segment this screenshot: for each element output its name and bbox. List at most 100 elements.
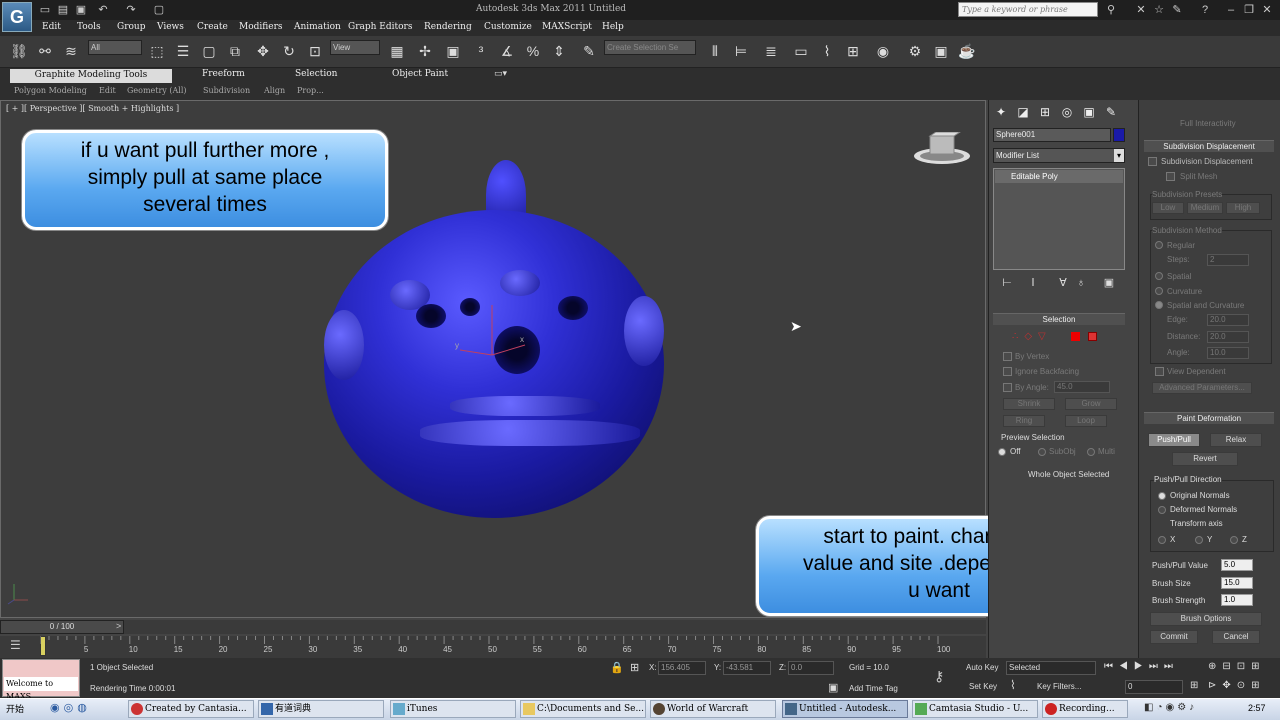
time-tag-icon[interactable]: ▣ <box>828 681 838 694</box>
preview-multi-radio[interactable] <box>1087 448 1095 456</box>
subdivision-rollout-header[interactable]: Subdivision Displacement <box>1144 140 1274 152</box>
key-filters-button[interactable]: Key Filters... <box>1037 682 1081 691</box>
playback-controls[interactable]: ⏮◀▶⏭⏭ <box>1104 661 1179 672</box>
close-icon[interactable]: ✕ <box>1260 3 1274 17</box>
distance-spinner[interactable]: 20.0 <box>1207 331 1249 343</box>
ribbon-options-icon[interactable]: ▭▾ <box>494 69 507 83</box>
curvature-radio[interactable] <box>1155 287 1163 295</box>
brush-size-spinner[interactable]: 15.0 <box>1221 577 1253 589</box>
menu-views[interactable]: Views <box>157 22 184 32</box>
time-slider[interactable]: 0 / 100 <box>0 620 124 634</box>
project-folder-icon[interactable]: ▢ <box>152 3 166 17</box>
maxscript-output[interactable]: Welcome to MAXS <box>4 677 78 701</box>
y-coordinate-field[interactable]: -43.581 <box>723 661 771 675</box>
slider-next-icon[interactable]: > <box>116 621 121 631</box>
unlink-icon[interactable]: ⚯ <box>34 40 56 62</box>
help-icon[interactable]: ? <box>1198 3 1212 17</box>
by-angle-spinner[interactable]: 45.0 <box>1054 381 1110 393</box>
material-editor-icon[interactable]: ◉ <box>872 40 894 62</box>
taskbar-item[interactable]: Created by Cantasia... <box>128 700 254 718</box>
time-slider-track[interactable] <box>0 620 986 634</box>
deformed-normals-radio[interactable] <box>1158 506 1166 514</box>
link-icon[interactable]: ⛓ <box>8 40 30 62</box>
preview-subobj-radio[interactable] <box>1038 448 1046 456</box>
wrench-icon[interactable]: ✎ <box>1170 3 1184 17</box>
by-angle-checkbox[interactable] <box>1003 383 1012 392</box>
axis-z-radio[interactable] <box>1230 536 1238 544</box>
steps-spinner[interactable]: 2 <box>1207 254 1249 266</box>
panel-polygon-modeling[interactable]: Polygon Modeling <box>14 86 87 95</box>
selected-dropdown[interactable]: Selected <box>1006 661 1096 675</box>
selection-lock-icon[interactable]: 🔒 <box>610 661 624 674</box>
object-color-swatch[interactable] <box>1113 128 1125 142</box>
stack-item-editable-poly[interactable]: Editable Poly <box>995 170 1123 183</box>
search-input[interactable]: Type a keyword or phrase <box>958 2 1098 17</box>
display-tab-icon[interactable]: ▣ <box>1080 104 1098 120</box>
configure-sets-icon[interactable]: ▣ <box>1100 276 1118 290</box>
menu-graph-editors[interactable]: Graph Editors <box>348 22 412 32</box>
reference-coord-select[interactable]: View <box>330 40 380 55</box>
original-normals-radio[interactable] <box>1158 492 1166 500</box>
spatial-radio[interactable] <box>1155 272 1163 280</box>
menu-help[interactable]: Help <box>602 22 624 32</box>
taskbar-item[interactable]: Camtasia Studio - U... <box>912 700 1038 718</box>
scale-icon[interactable]: ⊡ <box>304 40 326 62</box>
key-mode-icon[interactable]: ⌇ <box>1010 678 1016 692</box>
panel-subdivision[interactable]: Subdivision <box>203 86 250 95</box>
edit-named-selection-icon[interactable]: ✎ <box>578 40 600 62</box>
brush-options-button[interactable]: Brush Options <box>1150 612 1262 626</box>
quick-launch-icons[interactable]: ◉◎◍ <box>50 701 91 714</box>
graphite-toggle-icon[interactable]: ▭ <box>790 40 812 62</box>
taskbar-item[interactable]: 有道词典 <box>258 700 384 718</box>
menu-customize[interactable]: Customize <box>484 22 532 32</box>
angle-spinner[interactable]: 10.0 <box>1207 347 1249 359</box>
cancel-button[interactable]: Cancel <box>1212 630 1260 644</box>
taskbar-item-active[interactable]: Untitled - Autodesk... <box>782 700 908 718</box>
redo-icon[interactable]: ↷ <box>124 3 138 17</box>
viewcube-icon[interactable] <box>912 132 972 166</box>
bind-spacewarp-icon[interactable]: ≋ <box>60 40 82 62</box>
viewport-label[interactable]: [ + ][ Perspective ][ Smooth + Highlight… <box>6 104 179 113</box>
current-frame-field[interactable]: 0 <box>1125 680 1183 694</box>
selection-rollout-header[interactable]: Selection <box>993 313 1125 325</box>
restore-icon[interactable]: ❐ <box>1242 3 1256 17</box>
taskbar-item[interactable]: iTunes <box>390 700 516 718</box>
viewport-nav-controls[interactable]: ⊕⊟⊡⊞ <box>1208 661 1266 672</box>
snaps-toggle-icon[interactable]: ³ <box>470 40 492 62</box>
render-production-icon[interactable]: ☕ <box>956 40 978 62</box>
move-icon[interactable]: ✥ <box>252 40 274 62</box>
new-file-icon[interactable]: ▭ <box>38 3 52 17</box>
axis-x-radio[interactable] <box>1158 536 1166 544</box>
preset-high-button[interactable]: High <box>1226 202 1260 214</box>
binoculars-icon[interactable]: ⚲ <box>1104 3 1118 17</box>
schematic-view-icon[interactable]: ⊞ <box>842 40 864 62</box>
mirror-icon[interactable]: ⫴ <box>704 40 726 62</box>
revert-button[interactable]: Revert <box>1172 452 1238 466</box>
panel-edit[interactable]: Edit <box>99 86 116 95</box>
open-file-icon[interactable]: ▤ <box>56 3 70 17</box>
rendered-frame-icon[interactable]: ▣ <box>930 40 952 62</box>
taskbar-item[interactable]: World of Warcraft <box>650 700 776 718</box>
loop-button[interactable]: Loop <box>1065 415 1107 427</box>
tab-selection[interactable]: Selection <box>295 69 337 83</box>
motion-tab-icon[interactable]: ◎ <box>1058 104 1076 120</box>
curve-editor-icon[interactable]: ⌇ <box>816 40 838 62</box>
select-object-icon[interactable]: ⬚ <box>146 40 168 62</box>
tab-graphite-modeling[interactable]: Graphite Modeling Tools <box>10 69 172 83</box>
paint-deformation-header[interactable]: Paint Deformation <box>1144 412 1274 424</box>
grow-button[interactable]: Grow <box>1065 398 1117 410</box>
auto-key-button[interactable]: Auto Key <box>966 663 998 672</box>
panel-align[interactable]: Align <box>264 86 285 95</box>
create-tab-icon[interactable]: ✦ <box>992 104 1010 120</box>
named-selection-set-input[interactable]: Create Selection Se <box>604 40 696 55</box>
make-unique-icon[interactable]: ∀ <box>1054 276 1072 290</box>
save-file-icon[interactable]: ▣ <box>74 3 88 17</box>
commit-button[interactable]: Commit <box>1150 630 1198 644</box>
preset-low-button[interactable]: Low <box>1152 202 1184 214</box>
menu-create[interactable]: Create <box>197 22 228 32</box>
select-by-name-icon[interactable]: ☰ <box>172 40 194 62</box>
menu-maxscript[interactable]: MAXScript <box>542 22 592 32</box>
pin-stack-icon[interactable]: ⊢ <box>998 276 1016 290</box>
menu-edit[interactable]: Edit <box>42 22 61 32</box>
edge-spinner[interactable]: 20.0 <box>1207 314 1249 326</box>
